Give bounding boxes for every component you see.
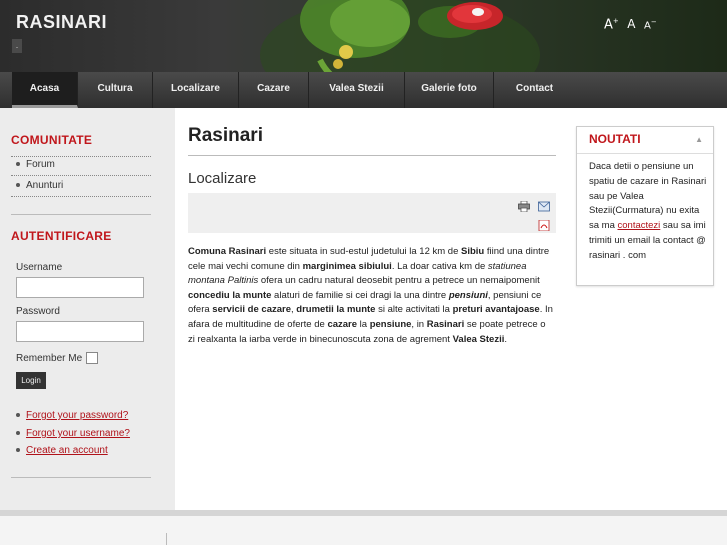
nav-item-valea-stezii[interactable]: Valea Stezii: [309, 72, 405, 108]
remember-label: Remember Me: [16, 353, 83, 364]
site-footer: [0, 516, 727, 545]
bullet-icon: [16, 183, 20, 188]
title-divider: [188, 155, 556, 156]
footer-separator: [166, 533, 167, 545]
divider: [577, 153, 713, 154]
article-body: Comuna Rasinari este situata in sud-estu…: [188, 246, 553, 345]
nav-item-galerie-foto[interactable]: Galerie foto: [405, 72, 494, 108]
divider: [11, 196, 151, 197]
site-title[interactable]: RASINARI: [16, 12, 107, 33]
sidebar-item-label: Forum: [26, 159, 55, 170]
bullet-icon: [16, 413, 20, 418]
page-title: Rasinari: [188, 125, 263, 146]
frog-banner-image: [260, 0, 540, 72]
pdf-icon[interactable]: [538, 220, 550, 231]
font-decrease-button[interactable]: A−: [644, 18, 657, 31]
bullet-icon: [16, 448, 20, 453]
forgot-username-link[interactable]: Forgot your username?: [16, 428, 130, 439]
nav-item-contact[interactable]: Contact: [494, 72, 575, 108]
auth-title: AUTENTIFICARE: [11, 229, 112, 243]
divider: [11, 156, 151, 157]
news-text: Daca detii o pensiune un spatiu de cazar…: [589, 161, 707, 261]
contact-link[interactable]: contactezi: [618, 220, 661, 231]
nav-item-localizare[interactable]: Localizare: [153, 72, 239, 108]
login-button[interactable]: Login: [16, 372, 46, 389]
bullet-icon: [16, 162, 20, 167]
email-icon[interactable]: [538, 201, 550, 212]
password-label: Password: [16, 306, 60, 317]
site-header: RASINARI . A+ A A−: [0, 0, 727, 72]
forgot-password-text[interactable]: Forgot your password?: [26, 410, 128, 421]
forgot-password-link[interactable]: Forgot your password?: [16, 410, 128, 421]
main-nav: Acasa Cultura Localizare Cazare Valea St…: [0, 72, 727, 108]
font-increase-button[interactable]: A+: [604, 17, 619, 32]
create-account-text[interactable]: Create an account: [26, 445, 108, 456]
divider: [11, 175, 151, 176]
divider: [11, 214, 151, 215]
collapse-arrow-icon[interactable]: ▲: [695, 135, 703, 144]
font-reset-button[interactable]: A: [627, 17, 635, 31]
news-title: NOUTATI: [589, 132, 641, 146]
article-title: Localizare: [188, 170, 257, 187]
site-subtitle: .: [12, 39, 22, 53]
bullet-icon: [16, 431, 20, 436]
article-toolbar: [188, 193, 556, 233]
news-module: NOUTATI ▲ Daca detii o pensiune un spati…: [576, 126, 714, 286]
print-icon[interactable]: [518, 201, 530, 212]
remember-checkbox[interactable]: [86, 352, 98, 364]
password-field[interactable]: [16, 321, 144, 342]
nav-item-acasa[interactable]: Acasa: [12, 72, 78, 108]
sidebar-item-label: Anunturi: [26, 180, 64, 191]
create-account-link[interactable]: Create an account: [16, 445, 108, 456]
nav-item-cazare[interactable]: Cazare: [239, 72, 309, 108]
community-title: COMUNITATE: [11, 133, 93, 147]
sidebar-item-forum[interactable]: Forum: [16, 159, 55, 170]
font-size-tools: A+ A A−: [604, 17, 662, 32]
username-field[interactable]: [16, 277, 144, 298]
divider: [11, 477, 151, 478]
nav-item-cultura[interactable]: Cultura: [78, 72, 153, 108]
username-label: Username: [16, 262, 63, 273]
sidebar-item-anunturi[interactable]: Anunturi: [16, 180, 63, 191]
forgot-username-text[interactable]: Forgot your username?: [26, 428, 130, 439]
